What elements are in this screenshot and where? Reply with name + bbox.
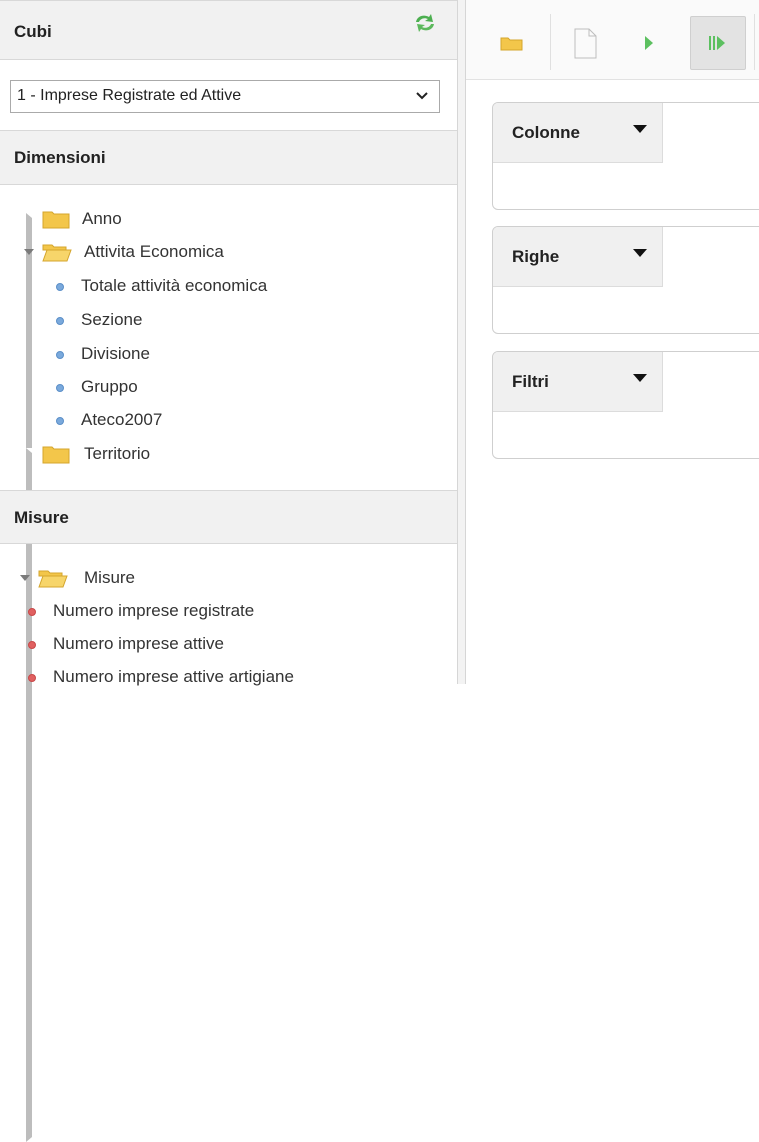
colonne-label: Colonne (512, 123, 580, 142)
tree-item-label: Anno (82, 209, 122, 228)
measure-item[interactable]: Numero imprese attive artigiane (0, 664, 440, 690)
measure-dot-icon (28, 674, 36, 682)
tree-item-label: Divisione (81, 344, 150, 363)
left-panel: Cubi 1 - Imprese Registrate ed Attive Di… (0, 0, 457, 1142)
tree-item-label: Sezione (81, 310, 143, 329)
tree-item-anno[interactable]: Anno (0, 206, 440, 907)
folder-icon (42, 446, 70, 464)
tree-item-territorio[interactable]: Territorio (0, 441, 440, 1142)
filtri-tab[interactable]: Filtri (493, 352, 663, 412)
tree-item-label: Misure (84, 568, 136, 587)
colonne-tab[interactable]: Colonne (493, 103, 663, 163)
measure-dot-icon (28, 641, 36, 649)
level-dot-icon (56, 384, 64, 392)
folder-open-icon (38, 570, 68, 588)
filtri-panel[interactable]: Filtri (492, 351, 759, 459)
dimensioni-title: Dimensioni (14, 148, 106, 167)
level-dot-icon (56, 417, 64, 425)
righe-panel[interactable]: Righe (492, 226, 759, 334)
refresh-icon[interactable] (411, 11, 439, 35)
tree-item-misure[interactable]: Misure (0, 565, 440, 591)
level-dot-icon (56, 351, 64, 359)
righe-tab[interactable]: Righe (493, 227, 663, 287)
toolbar-divider (754, 14, 755, 70)
tree-item-label: Attivita Economica (84, 242, 224, 261)
cubi-title: Cubi (14, 22, 52, 41)
tree-item-label: Totale attività economica (81, 276, 268, 295)
cube-select-value: 1 - Imprese Registrate ed Attive (17, 87, 242, 104)
tree-item-label: Ateco2007 (81, 410, 163, 429)
auto-run-button[interactable] (690, 16, 746, 70)
folder-open-icon (42, 244, 72, 262)
tree-item-ateco2007[interactable]: Ateco2007 (0, 407, 440, 433)
measure-dot-icon (28, 608, 36, 616)
new-button[interactable] (558, 16, 614, 70)
level-dot-icon (56, 317, 64, 325)
tree-item-sezione[interactable]: Sezione (0, 307, 440, 333)
collapse-icon[interactable] (24, 249, 34, 255)
dropdown-arrow-icon[interactable] (633, 125, 647, 133)
cube-select[interactable]: 1 - Imprese Registrate ed Attive (10, 80, 440, 113)
cubi-header: Cubi (0, 0, 457, 60)
dimensioni-header: Dimensioni (0, 130, 457, 185)
measure-item[interactable]: Numero imprese attive (0, 631, 440, 657)
tree-item-attivita-economica[interactable]: Attivita Economica (0, 239, 440, 265)
chevron-down-icon (416, 92, 428, 100)
run-button[interactable] (620, 16, 676, 70)
right-panel: Colonne Righe Filtri (466, 0, 759, 684)
splitter[interactable] (457, 0, 466, 684)
filtri-label: Filtri (512, 372, 549, 391)
toolbar (466, 0, 759, 80)
tree-item-gruppo[interactable]: Gruppo (0, 374, 440, 400)
folder-icon (42, 211, 70, 229)
tree-item-divisione[interactable]: Divisione (0, 341, 440, 367)
measure-item[interactable]: Numero imprese registrate (0, 598, 440, 624)
dropdown-arrow-icon[interactable] (633, 374, 647, 382)
new-document-icon (574, 28, 597, 59)
measure-label: Numero imprese attive artigiane (53, 667, 294, 686)
play-icon (645, 36, 653, 50)
misure-title: Misure (14, 508, 69, 527)
tree-item-totale-attivita[interactable]: Totale attività economica (0, 273, 440, 299)
toolbar-divider (550, 14, 551, 70)
open-button[interactable] (484, 16, 540, 70)
collapse-icon[interactable] (20, 575, 30, 581)
tree-item-label: Gruppo (81, 377, 138, 396)
dropdown-arrow-icon[interactable] (633, 249, 647, 257)
righe-label: Righe (512, 247, 560, 266)
misure-header: Misure (0, 490, 457, 544)
expand-icon[interactable] (26, 448, 325, 1142)
colonne-panel[interactable]: Colonne (492, 102, 759, 210)
measure-label: Numero imprese registrate (53, 601, 255, 620)
tree-item-label: Territorio (84, 444, 151, 463)
auto-run-icon (709, 36, 725, 50)
level-dot-icon (56, 283, 64, 291)
folder-open-icon (500, 37, 523, 51)
measure-label: Numero imprese attive (53, 634, 225, 653)
